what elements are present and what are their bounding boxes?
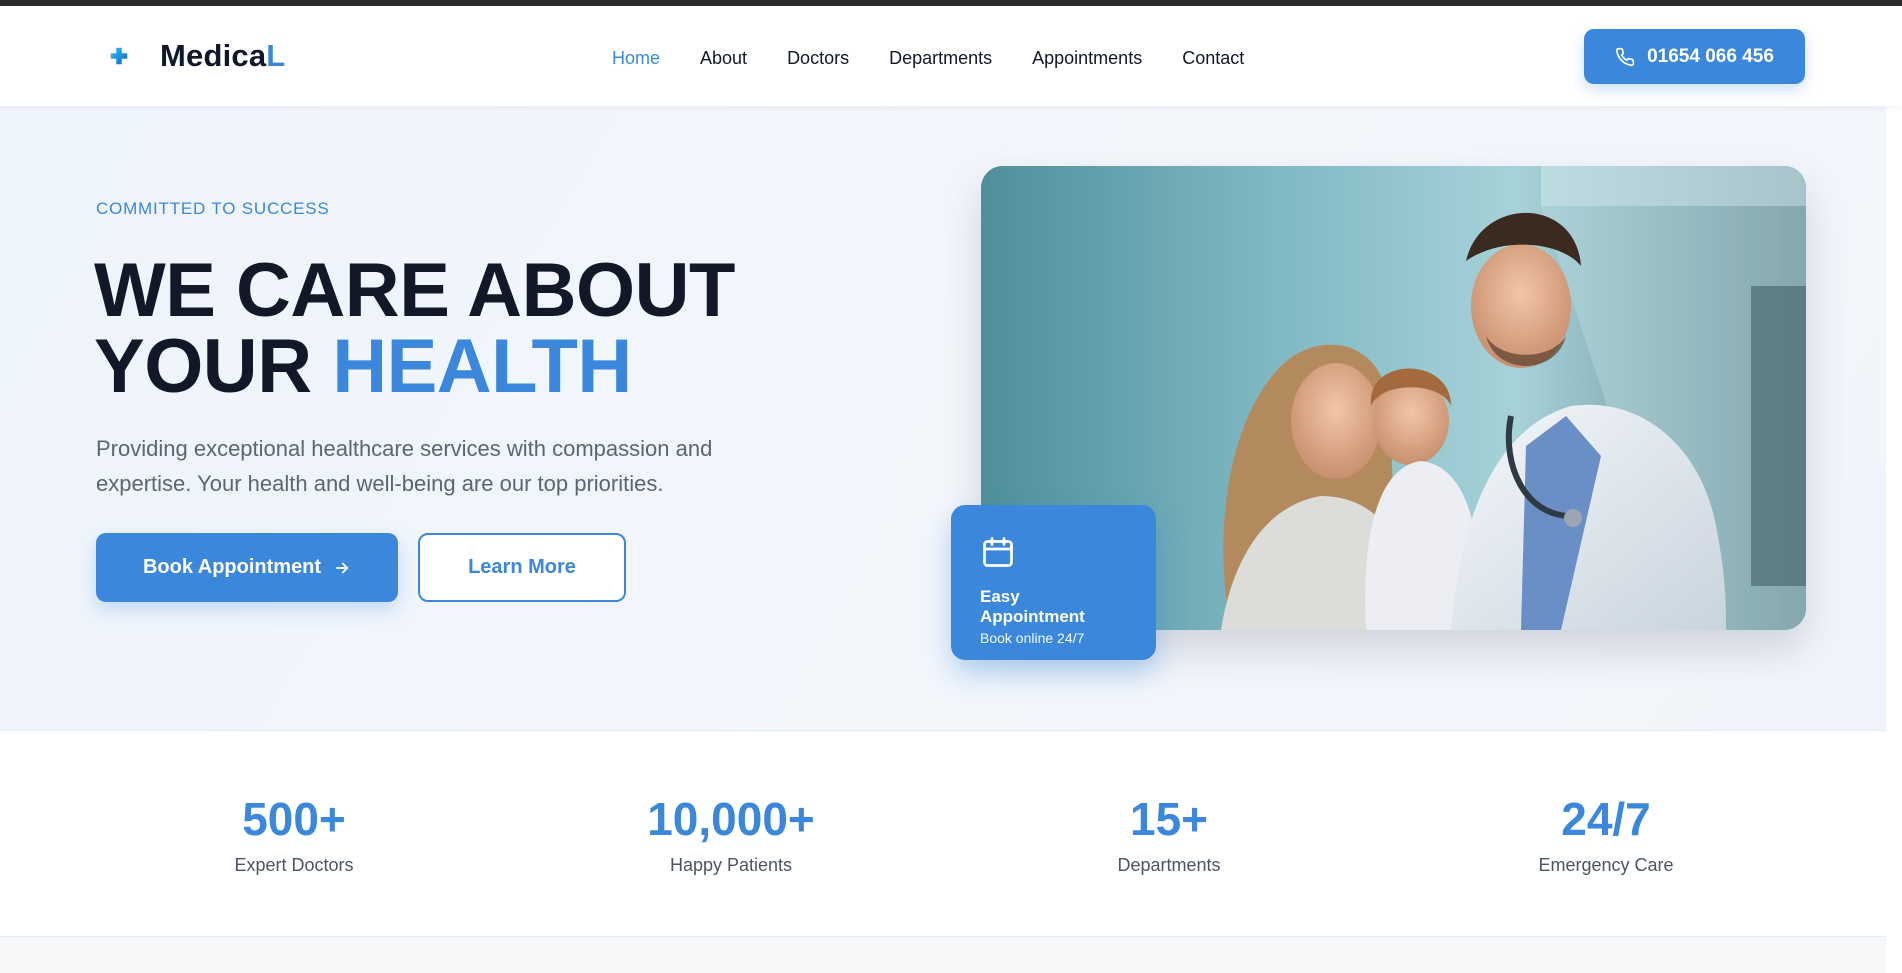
hero-title-accent: HEALTH xyxy=(332,324,632,409)
stat-happy-patients: 10,000+ Happy Patients xyxy=(571,793,891,876)
stats-section: 500+ Expert Doctors 10,000+ Happy Patien… xyxy=(0,730,1902,937)
hero-title-line-1: WE CARE ABOUT xyxy=(94,248,735,333)
learn-more-button[interactable]: Learn More xyxy=(418,533,626,602)
site-header: MedicaL Home About Doctors Departments A… xyxy=(0,6,1902,106)
nav-doctors[interactable]: Doctors xyxy=(787,48,849,69)
stat-label: Departments xyxy=(1117,855,1221,875)
hero-title: WE CARE ABOUT YOUR HEALTH xyxy=(94,253,735,405)
stat-expert-doctors: 500+ Expert Doctors xyxy=(134,793,454,876)
stat-value: 10,000+ xyxy=(647,793,815,845)
brand-name: MedicaL xyxy=(160,38,286,73)
phone-button[interactable]: 01654 066 456 xyxy=(1584,29,1805,84)
scrollbar-track[interactable] xyxy=(1886,6,1902,973)
hero-section: COMMITTED TO SUCCESS WE CARE ABOUT YOUR … xyxy=(0,106,1902,730)
arrow-right-icon xyxy=(335,562,349,573)
stat-value: 500+ xyxy=(242,793,346,845)
phone-number: 01654 066 456 xyxy=(1647,45,1774,67)
stat-label: Emergency Care xyxy=(1538,855,1674,875)
next-section-peek xyxy=(0,937,1902,973)
nav-home[interactable]: Home xyxy=(612,48,660,69)
calendar-icon xyxy=(983,537,1013,567)
stat-value: 15+ xyxy=(1129,793,1209,845)
hero-title-line-2: YOUR HEALTH xyxy=(94,324,632,409)
stat-label: Expert Doctors xyxy=(234,855,354,875)
stat-emergency-care: 24/7 Emergency Care xyxy=(1446,793,1766,876)
book-appointment-label: Book Appointment xyxy=(142,556,322,578)
nav-about[interactable]: About xyxy=(700,48,747,69)
easy-appointment-card[interactable]: Easy Appointment Book online 24/7 xyxy=(951,505,1156,660)
hero-eyebrow: COMMITTED TO SUCCESS xyxy=(96,199,330,218)
nav-contact[interactable]: Contact xyxy=(1182,48,1244,69)
book-appointment-button[interactable]: Book Appointment xyxy=(96,533,398,602)
brand-logo[interactable]: MedicaL xyxy=(108,36,285,76)
appointment-card-subtitle: Book online 24/7 xyxy=(980,630,1085,646)
stat-label: Happy Patients xyxy=(669,855,793,875)
stat-departments: 15+ Departments xyxy=(1009,793,1329,876)
nav-appointments[interactable]: Appointments xyxy=(1032,48,1142,69)
appointment-card-title: Easy Appointment xyxy=(980,587,1085,626)
hero-description: Providing exceptional healthcare service… xyxy=(96,436,713,496)
phone-icon xyxy=(1616,47,1635,66)
nav-departments[interactable]: Departments xyxy=(889,48,992,69)
main-nav: Home About Doctors Departments Appointme… xyxy=(612,48,1244,69)
medical-cross-icon xyxy=(110,47,128,65)
stat-value: 24/7 xyxy=(1561,793,1651,845)
